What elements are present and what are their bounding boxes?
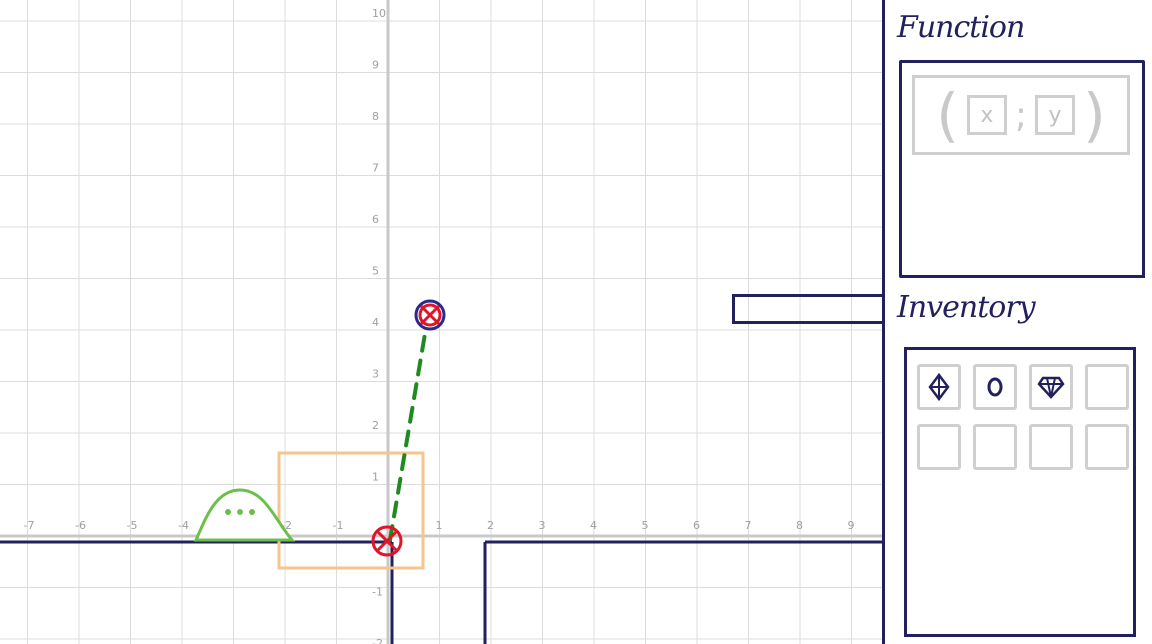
game-board[interactable]: -9-8-7-6-5-4-3-2-11234567891010987654321… — [0, 0, 885, 644]
y-tick-label: -2 — [372, 637, 383, 644]
y-tick-label: 8 — [372, 110, 379, 123]
y-tick-label: 6 — [372, 213, 379, 226]
inventory-slot[interactable] — [917, 424, 961, 470]
x-tick-label: 7 — [745, 519, 752, 532]
close-paren: ) — [1083, 81, 1106, 149]
y-tick-label: 1 — [372, 471, 379, 484]
floating-platform — [732, 294, 885, 324]
slime-eye-middle — [237, 509, 243, 515]
open-paren: ( — [936, 81, 959, 149]
ground — [0, 540, 885, 644]
y-slot[interactable]: y — [1035, 95, 1076, 135]
side-panel: Function ( x ; y ) Inventory — [885, 0, 1152, 644]
axis-labels: -9-8-7-6-5-4-3-2-11234567891010987654321… — [24, 7, 855, 644]
x-tick-label: 2 — [487, 519, 494, 532]
inventory-box — [904, 347, 1136, 637]
separator: ; — [1014, 94, 1028, 136]
inventory-slot[interactable] — [1029, 364, 1073, 410]
x-tick-label: -6 — [75, 519, 86, 532]
y-tick-label: 2 — [372, 419, 379, 432]
inventory-slot[interactable] — [973, 364, 1017, 410]
inventory-slot[interactable] — [1085, 364, 1129, 410]
function-input[interactable]: ( x ; y ) — [912, 75, 1130, 155]
y-tick-label: 5 — [372, 265, 379, 278]
function-title: Function — [897, 10, 1025, 45]
y-tick-label: 9 — [372, 59, 379, 72]
x-slot[interactable]: x — [966, 95, 1007, 135]
function-box: ( x ; y ) — [899, 60, 1145, 278]
crystal-icon — [927, 373, 951, 401]
x-tick-label: -5 — [127, 519, 138, 532]
inventory-slot[interactable] — [1085, 424, 1129, 470]
inventory-grid — [917, 364, 1129, 470]
x-tick-label: -1 — [333, 519, 344, 532]
inventory-slot[interactable] — [973, 424, 1017, 470]
inventory-slot[interactable] — [917, 364, 961, 410]
x-tick-label: 6 — [693, 519, 700, 532]
y-tick-label: 7 — [372, 162, 379, 175]
x-tick-label: 1 — [436, 519, 443, 532]
diamond-icon — [1037, 374, 1065, 400]
x-tick-label: -7 — [24, 519, 35, 532]
x-tick-label: 9 — [848, 519, 855, 532]
slime-eye-left — [225, 509, 231, 515]
y-tick-label: 3 — [372, 368, 379, 381]
inventory-title: Inventory — [897, 290, 1036, 325]
slime-eye-right — [249, 509, 255, 515]
x-tick-label: 3 — [539, 519, 546, 532]
x-tick-label: 5 — [642, 519, 649, 532]
x-tick-label: 4 — [590, 519, 597, 532]
x-tick-label: -4 — [178, 519, 189, 532]
y-tick-label: -1 — [372, 586, 383, 599]
target-marker[interactable] — [414, 299, 446, 331]
y-tick-label: 10 — [372, 7, 386, 20]
y-tick-label: 4 — [372, 316, 379, 329]
ring-icon — [985, 375, 1005, 399]
x-tick-label: 8 — [796, 519, 803, 532]
inventory-slot[interactable] — [1029, 424, 1073, 470]
